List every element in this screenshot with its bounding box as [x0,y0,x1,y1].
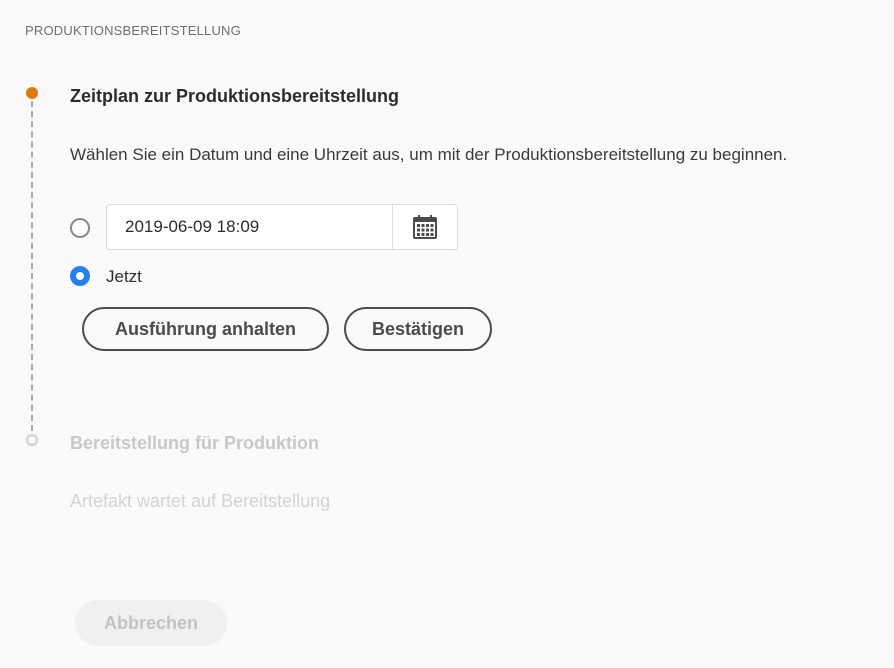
now-radio[interactable] [70,266,90,286]
pending-step-indicator [26,434,38,446]
calendar-icon [413,215,437,239]
datetime-picker [106,204,458,250]
deployment-panel: PRODUKTIONSBEREITSTELLUNG Zeitplan zur P… [0,0,894,668]
schedule-datetime-radio[interactable] [70,218,90,238]
step-schedule-description: Wählen Sie ein Datum und eine Uhrzeit au… [70,145,788,164]
pause-execution-button[interactable]: Ausführung anhalten [82,307,329,351]
calendar-button[interactable] [392,205,457,249]
step-deploy-description: Artefakt wartet auf Bereitstellung [70,491,331,511]
active-step-indicator [26,87,38,99]
now-radio-label[interactable]: Jetzt [106,267,142,287]
timeline-connector [31,101,33,431]
datetime-input[interactable] [107,205,392,249]
step-deploy-title: Bereitstellung für Produktion [70,433,320,453]
cancel-button[interactable]: Abbrechen [75,600,227,646]
confirm-button[interactable]: Bestätigen [344,307,492,351]
section-title: PRODUKTIONSBEREITSTELLUNG [25,23,241,38]
step-schedule-title: Zeitplan zur Produktionsbereitstellung [70,86,400,106]
